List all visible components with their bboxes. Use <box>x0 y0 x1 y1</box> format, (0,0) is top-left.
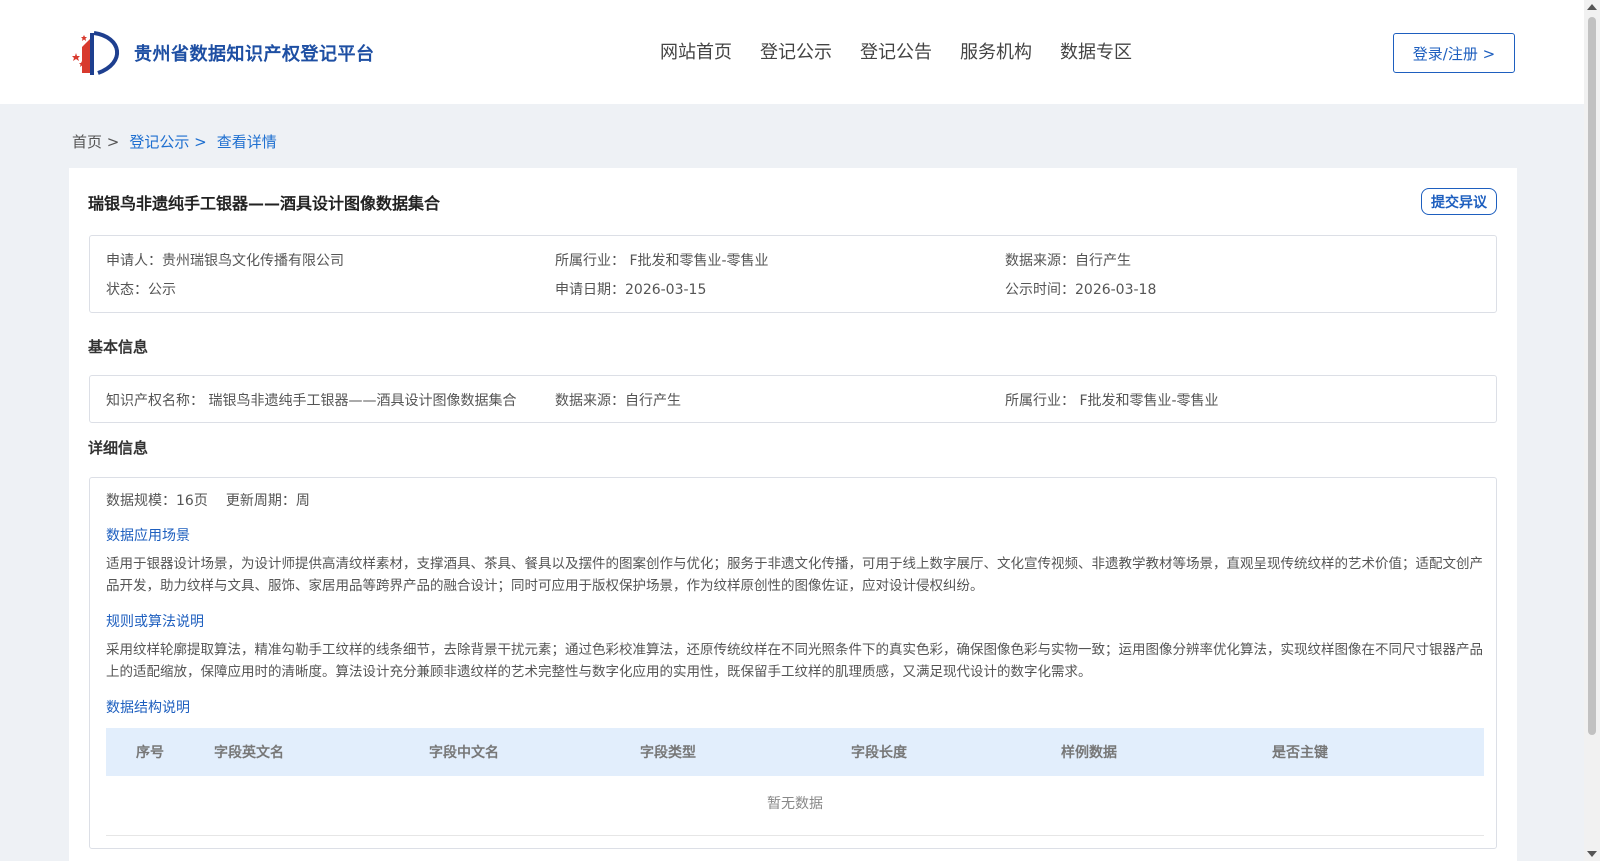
column-header: 字段类型 <box>640 745 696 761</box>
nav-home[interactable]: 网站首页 <box>660 38 732 64</box>
summary-applicant: 申请人：贵州瑞银鸟文化传播有限公司 <box>106 253 344 269</box>
nav-registration-publicity[interactable]: 登记公示 <box>760 38 832 64</box>
scenario-heading: 数据应用场景 <box>106 528 190 544</box>
basic-info-box: 知识产权名称： 瑞银鸟非遗纯手工银器——酒具设计图像数据集合 数据来源：自行产生… <box>89 375 1497 423</box>
summary-publish-date: 公示时间：2026-03-18 <box>1005 282 1157 298</box>
breadcrumb-current: 查看详情 <box>216 133 277 151</box>
nav-service-agencies[interactable]: 服务机构 <box>960 38 1032 64</box>
nav-data-zone[interactable]: 数据专区 <box>1060 38 1132 64</box>
detail-info-box: 数据规模：16页 更新周期：周 数据应用场景 适用于银器设计场景，为设计师提供高… <box>89 477 1497 849</box>
column-header: 样例数据 <box>1061 745 1117 761</box>
breadcrumb: 首页 > 登记公示 > 查看详情 <box>72 131 287 152</box>
column-header: 字段长度 <box>851 745 907 761</box>
detail-info-heading: 详细信息 <box>88 439 149 457</box>
main-nav: 网站首页 登记公示 登记公告 服务机构 数据专区 <box>660 38 1160 64</box>
breadcrumb-home[interactable]: 首页 > <box>72 131 119 152</box>
table-empty-state: 暂无数据 <box>106 776 1484 836</box>
basic-ip-name: 知识产权名称： 瑞银鸟非遗纯手工银器——酒具设计图像数据集合 <box>106 393 517 409</box>
breadcrumb-publicity[interactable]: 登记公示 > <box>129 131 206 152</box>
basic-source: 数据来源：自行产生 <box>555 393 681 409</box>
record-title: 瑞银鸟非遗纯手工银器——酒具设计图像数据集合 <box>88 194 441 213</box>
summary-industry: 所属行业： F批发和零售业-零售业 <box>555 253 769 269</box>
algorithm-text: 采用纹样轮廓提取算法，精准勾勒手工纹样的线条细节，去除背景干扰元素；通过色彩校准… <box>106 642 1483 680</box>
column-header: 是否主键 <box>1272 745 1328 761</box>
scroll-down-icon[interactable] <box>1587 851 1597 857</box>
nav-registration-announcement[interactable]: 登记公告 <box>860 38 932 64</box>
scroll-thumb[interactable] <box>1588 17 1596 735</box>
submit-objection-button[interactable]: 提交异议 <box>1421 188 1497 215</box>
basic-info-heading: 基本信息 <box>88 338 149 356</box>
summary-apply-date: 申请日期：2026-03-15 <box>555 282 707 298</box>
column-header: 字段英文名 <box>214 745 284 761</box>
algorithm-heading: 规则或算法说明 <box>106 614 204 630</box>
column-header: 序号 <box>136 745 164 761</box>
page-scrollbar[interactable] <box>1584 0 1600 861</box>
summary-status: 状态：公示 <box>106 282 176 298</box>
structure-table-header: 序号 字段英文名 字段中文名 字段类型 字段长度 样例数据 是否主键 <box>106 728 1484 776</box>
site-title: 贵州省数据知识产权登记平台 <box>134 44 375 65</box>
detail-meta: 数据规模：16页 更新周期：周 <box>106 490 310 510</box>
column-header: 字段中文名 <box>429 745 499 761</box>
structure-heading: 数据结构说明 <box>106 700 190 716</box>
scenario-text: 适用于银器设计场景，为设计师提供高清纹样素材，支撑酒具、茶具、餐具以及摆件的图案… <box>106 556 1483 594</box>
update-cycle: 更新周期：周 <box>225 493 310 509</box>
scroll-up-icon[interactable] <box>1587 4 1597 10</box>
detail-panel: 瑞银鸟非遗纯手工银器——酒具设计图像数据集合 提交异议 申请人：贵州瑞银鸟文化传… <box>69 168 1517 861</box>
summary-box: 申请人：贵州瑞银鸟文化传播有限公司 所属行业： F批发和零售业-零售业 数据来源… <box>89 235 1497 313</box>
logo-emblem-icon <box>70 27 130 79</box>
basic-industry: 所属行业： F批发和零售业-零售业 <box>1005 393 1219 409</box>
data-scale: 数据规模：16页 <box>106 493 208 509</box>
summary-source: 数据来源：自行产生 <box>1005 253 1131 269</box>
site-logo[interactable]: 贵州省数据知识产权登记平台 <box>70 27 375 79</box>
login-register-button[interactable]: 登录/注册 > <box>1393 33 1515 73</box>
top-header: 贵州省数据知识产权登记平台 网站首页 登记公示 登记公告 服务机构 数据专区 登… <box>0 0 1584 104</box>
